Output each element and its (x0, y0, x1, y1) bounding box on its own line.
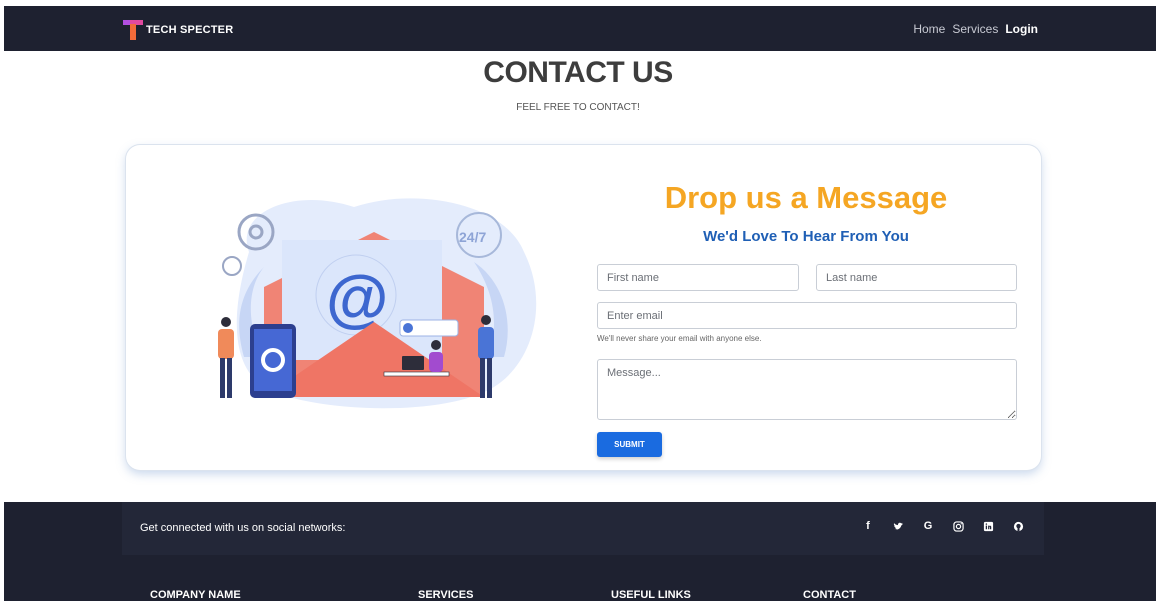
brand-logo-icon (123, 20, 143, 40)
form-subtitle: We'd Love To Hear From You (703, 228, 909, 245)
email-help-text: We'll never share your email with anyone… (597, 334, 762, 343)
first-name-input[interactable] (597, 264, 799, 291)
nav-links: Home Services Login (913, 22, 1038, 36)
footer-col-useful-links: USEFUL LINKS (611, 589, 691, 601)
svg-text:24/7: 24/7 (459, 229, 486, 245)
svg-text:@: @ (326, 262, 388, 334)
email-input[interactable] (597, 302, 1017, 329)
social-text: Get connected with us on social networks… (140, 522, 346, 534)
instagram-icon[interactable] (950, 518, 966, 534)
nav-login[interactable]: Login (1005, 22, 1038, 36)
linkedin-icon[interactable] (980, 518, 996, 534)
footer-col-company: COMPANY NAME (150, 589, 241, 601)
submit-button[interactable]: SUBMIT (597, 432, 662, 457)
navbar: TECH SPECTER Home Services Login (4, 6, 1156, 51)
nav-services[interactable]: Services (952, 22, 998, 36)
footer-col-services: SERVICES (418, 589, 474, 601)
contact-illustration: 24/7 @ (218, 198, 537, 409)
page-subtitle: FEEL FREE TO CONTACT! (516, 102, 640, 113)
twitter-icon[interactable] (890, 518, 906, 534)
google-icon[interactable]: G (920, 518, 936, 534)
brand[interactable]: TECH SPECTER (122, 19, 233, 41)
social-icons: f G (860, 518, 1026, 534)
nav-home[interactable]: Home (913, 22, 945, 36)
last-name-input[interactable] (816, 264, 1017, 291)
form-title: Drop us a Message (664, 180, 948, 215)
github-icon[interactable] (1010, 518, 1026, 534)
brand-name: TECH SPECTER (146, 24, 234, 36)
page-title: CONTACT US (483, 56, 673, 89)
facebook-icon[interactable]: f (860, 518, 876, 534)
footer-col-contact: CONTACT (803, 589, 856, 601)
message-textarea[interactable] (597, 359, 1017, 420)
